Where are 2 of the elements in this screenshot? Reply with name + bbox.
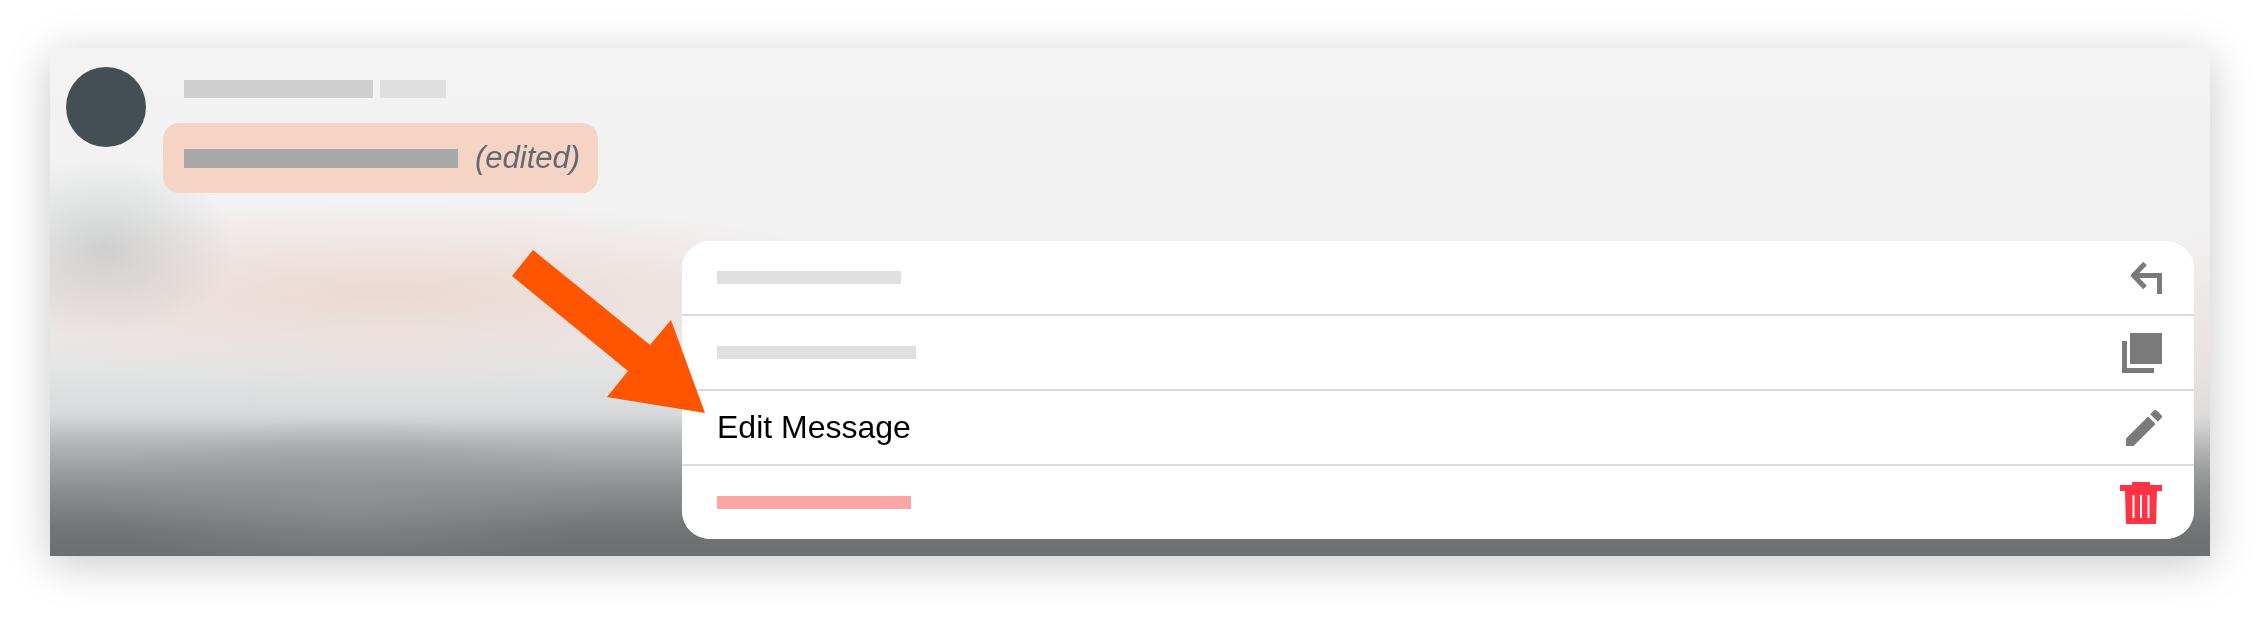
edited-label: (edited) xyxy=(475,140,581,176)
menu-item[interactable] xyxy=(682,464,2194,539)
